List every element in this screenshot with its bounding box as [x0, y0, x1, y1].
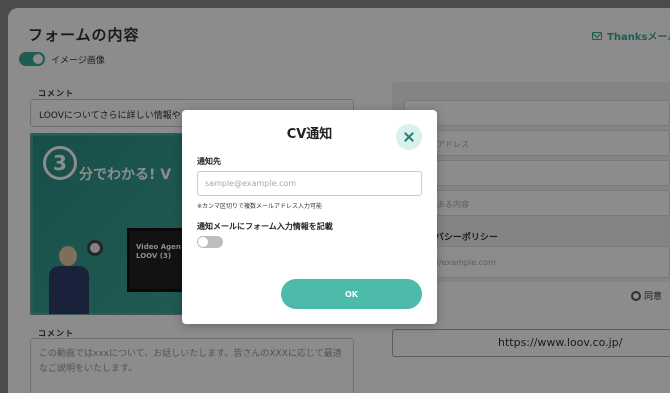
include-form-info-toggle[interactable] — [197, 236, 223, 248]
email-hint-text: ※カンマ区切りで複数メールアドレス入力可能 — [197, 203, 323, 210]
notify-destination-label: 通知先 — [197, 157, 221, 166]
cv-notification-dialog: CV通知 通知先 ※カンマ区切りで複数メールアドレス入力可能 通知メールにフォー… — [182, 110, 437, 324]
include-form-info-label: 通知メールにフォーム入力情報を記載 — [197, 222, 333, 231]
notify-email-input[interactable] — [197, 171, 422, 196]
close-button[interactable] — [396, 124, 422, 150]
ok-button[interactable]: OK — [281, 279, 422, 309]
